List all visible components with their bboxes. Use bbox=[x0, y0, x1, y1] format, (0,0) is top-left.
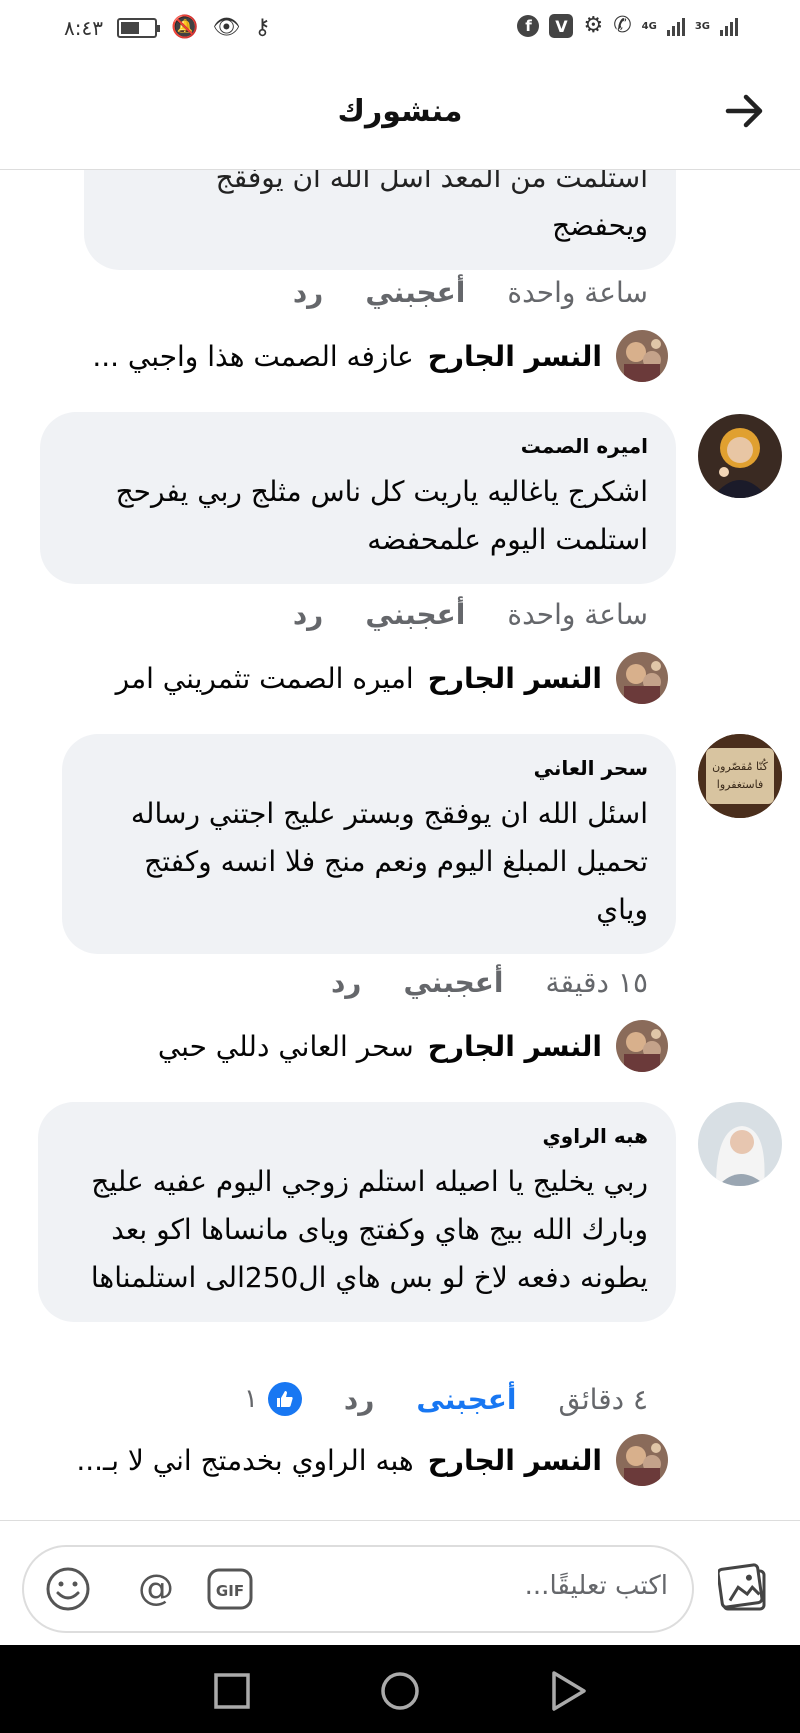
reply-text: عازفه الصمت هذا واجبي ... bbox=[92, 339, 414, 373]
eye-icon: 👁 bbox=[212, 15, 241, 40]
avatar-graphic bbox=[698, 734, 782, 818]
reply-button[interactable]: رد bbox=[331, 966, 362, 999]
comment-actions: ٤ دقائق أعجبنى رد ١ bbox=[244, 1382, 648, 1416]
comment-text: اسئل الله ان يوفقج وبستر عليج اجتني رسال… bbox=[130, 797, 648, 926]
comment-time: ساعة واحدة bbox=[507, 276, 648, 309]
reply-button[interactable]: رد bbox=[293, 598, 324, 631]
comment-text: اشكرج ياغاليه ياريت كل ناس مثلج ربي يفرح… bbox=[115, 475, 648, 556]
settings-icon: ⚙ bbox=[583, 13, 604, 38]
reply-preview[interactable]: النسر الجارح اميره الصمت تثمريني امر bbox=[116, 652, 668, 704]
like-button[interactable]: أعجبني bbox=[365, 598, 465, 631]
comment-time: ساعة واحدة bbox=[507, 598, 648, 631]
comment-composer: اكتب تعليقًا... GIF @ bbox=[0, 1520, 800, 1645]
viber-icon: V bbox=[549, 14, 574, 38]
avatar bbox=[616, 1020, 668, 1072]
battery-icon bbox=[116, 18, 160, 38]
signal-icon-2 bbox=[720, 16, 738, 36]
reaction-count: ١ bbox=[243, 1384, 258, 1414]
comment-input[interactable]: اكتب تعليقًا... GIF @ bbox=[22, 1545, 694, 1633]
comment-bubble-partial[interactable]: استلمت من المعد اسل الله ان يوفقج ويحفضج bbox=[84, 170, 676, 270]
network-3g-label: 3G bbox=[694, 20, 710, 32]
comment-bubble[interactable]: سحر العاني اسئل الله ان يوفقج وبستر عليج… bbox=[62, 734, 676, 954]
emoji-icon[interactable] bbox=[44, 1565, 92, 1613]
avatar bbox=[616, 330, 668, 382]
page-title: منشورك bbox=[337, 94, 463, 129]
system-nav-bar bbox=[0, 1645, 800, 1733]
comment-actions: ساعة واحدة أعجبني رد bbox=[293, 276, 648, 309]
bell-off-icon: 🔕 bbox=[170, 15, 199, 40]
comment-author[interactable]: اميره الصمت bbox=[68, 434, 648, 458]
reply-preview[interactable]: النسر الجارح سحر العاني دللي حبي bbox=[158, 1020, 668, 1072]
avatar[interactable]: كُنّا مُقصّرون فاستغفروا bbox=[698, 734, 782, 818]
gif-label: GIF bbox=[216, 1582, 244, 1600]
key-icon: ⚷ bbox=[254, 15, 271, 40]
reactions[interactable]: ١ bbox=[244, 1382, 302, 1416]
clock: ٨:٤٣ bbox=[64, 16, 103, 40]
status-bar: ٨:٤٣ 🔕 👁 ⚷ f V ⚙ ✆ 4G 3G bbox=[0, 0, 800, 62]
like-button[interactable]: أعجبنى bbox=[416, 1383, 516, 1416]
comment-input-placeholder: اكتب تعليقًا... bbox=[524, 1571, 668, 1601]
comment-author[interactable]: هبه الراوي bbox=[66, 1124, 648, 1148]
reply-text: هبه الراوي بخدمتج اني لا بـ... bbox=[76, 1443, 414, 1477]
reply-preview[interactable]: النسر الجارح هبه الراوي بخدمتج اني لا بـ… bbox=[76, 1434, 668, 1486]
network-4g-label: 4G bbox=[641, 20, 657, 32]
comment-text-last: ويحفضج bbox=[552, 209, 648, 242]
comment-bubble[interactable]: هبه الراوي ربي يخليج يا اصيله استلم زوجي… bbox=[38, 1102, 676, 1322]
status-left: ٨:٤٣ 🔕 👁 ⚷ bbox=[64, 16, 270, 40]
reply-author[interactable]: النسر الجارح bbox=[428, 1444, 602, 1477]
comment-actions: ساعة واحدة أعجبني رد bbox=[293, 598, 648, 631]
avatar[interactable] bbox=[698, 414, 782, 498]
avatar bbox=[616, 652, 668, 704]
comments-thread: استلمت من المعد اسل الله ان يوفقج ويحفضج… bbox=[0, 170, 800, 1520]
comment-bubble[interactable]: اميره الصمت اشكرج ياغاليه ياريت كل ناس م… bbox=[40, 412, 676, 584]
gif-icon[interactable]: GIF bbox=[206, 1565, 254, 1613]
comment-time: ٤ دقائق bbox=[558, 1382, 648, 1416]
reply-preview[interactable]: النسر الجارح عازفه الصمت هذا واجبي ... bbox=[92, 330, 668, 382]
facebook-icon: f bbox=[517, 15, 540, 37]
reply-author[interactable]: النسر الجارح bbox=[428, 662, 602, 695]
avatar bbox=[616, 1434, 668, 1486]
reply-text: سحر العاني دللي حبي bbox=[157, 1029, 414, 1063]
recents-icon[interactable] bbox=[210, 1669, 254, 1713]
comment-text: ربي يخليج يا اصيله استلم زوجي اليوم عفيه… bbox=[90, 1165, 648, 1294]
avatar-text-1: كُنّا مُقصّرون bbox=[712, 760, 768, 773]
like-button[interactable]: أعجبني bbox=[403, 966, 503, 999]
back-arrow-icon[interactable] bbox=[720, 86, 770, 136]
reply-author[interactable]: النسر الجارح bbox=[428, 340, 602, 373]
thumbs-up-icon bbox=[267, 1382, 302, 1416]
battery-fill bbox=[120, 22, 139, 34]
back-icon[interactable] bbox=[546, 1669, 590, 1713]
signal-icon bbox=[666, 16, 685, 36]
home-icon[interactable] bbox=[378, 1669, 422, 1713]
like-button[interactable]: أعجبني bbox=[365, 276, 465, 309]
reply-author[interactable]: النسر الجارح bbox=[428, 1030, 602, 1063]
comment-text-cut: استلمت من المعد اسل الله ان يوفقج bbox=[215, 170, 648, 194]
reply-button[interactable]: رد bbox=[344, 1383, 375, 1416]
comment-actions: ١٥ دقيقة أعجبني رد bbox=[331, 966, 648, 999]
comment-author[interactable]: سحر العاني bbox=[90, 756, 648, 780]
reply-text: اميره الصمت تثمريني امر bbox=[115, 661, 414, 695]
wifi-call-icon: ✆ bbox=[613, 13, 632, 38]
header: منشورك bbox=[0, 62, 800, 170]
mention-label: @ bbox=[138, 1568, 174, 1609]
reply-button[interactable]: رد bbox=[293, 276, 324, 309]
mention-icon[interactable]: @ bbox=[132, 1565, 180, 1613]
avatar-text-2: فاستغفروا bbox=[716, 778, 764, 791]
status-right: f V ⚙ ✆ 4G 3G bbox=[517, 14, 738, 38]
comment-time: ١٥ دقيقة bbox=[545, 966, 648, 999]
photo-icon[interactable] bbox=[718, 1563, 770, 1615]
avatar[interactable] bbox=[698, 1102, 782, 1186]
